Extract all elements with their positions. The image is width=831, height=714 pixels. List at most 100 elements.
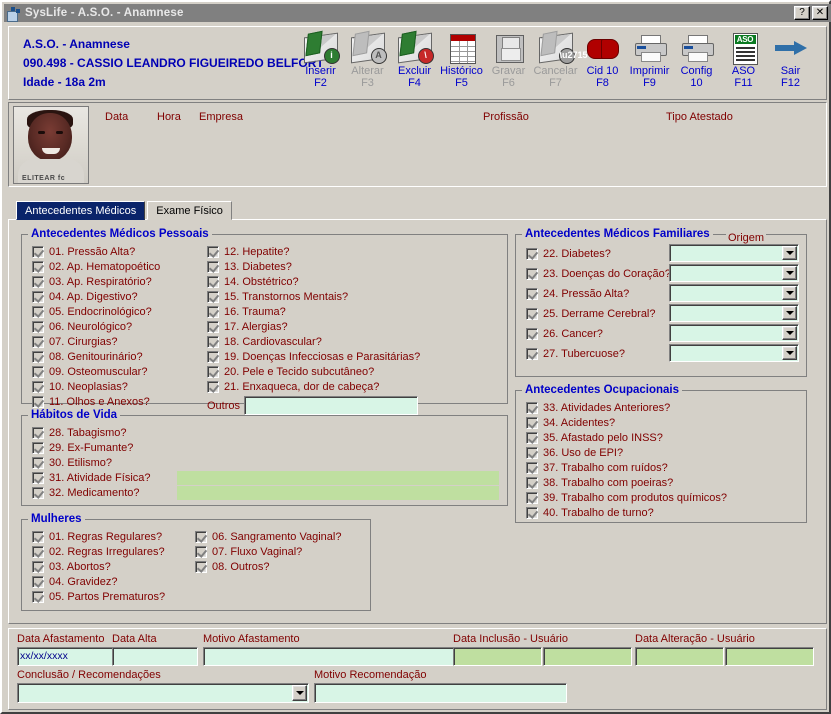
checkbox-row-17[interactable]: 17. Alergias? bbox=[207, 321, 288, 333]
checkbox-row-m06[interactable]: 06. Sangramento Vaginal? bbox=[195, 531, 341, 543]
toolbar-button-aso[interactable]: ASO ASO F11 bbox=[720, 29, 767, 97]
checkbox-25[interactable] bbox=[526, 308, 538, 320]
motivo-recomendacao-input[interactable] bbox=[314, 683, 567, 703]
checkbox-m06[interactable] bbox=[195, 531, 207, 543]
checkbox-row-12[interactable]: 12. Hepatite? bbox=[207, 246, 289, 258]
usuario-alteracao-input[interactable] bbox=[725, 647, 814, 666]
checkbox-m01[interactable] bbox=[32, 531, 44, 543]
toolbar-button-inserir[interactable]: i Inserir F2 bbox=[297, 29, 344, 97]
checkbox-row-03[interactable]: 03. Ap. Respiratório? bbox=[32, 276, 152, 288]
atividade-fisica-input[interactable] bbox=[177, 471, 499, 485]
checkbox-01[interactable] bbox=[32, 246, 44, 258]
outros-input[interactable] bbox=[244, 396, 418, 415]
tab-antecedentes-medicos[interactable]: Antecedentes Médicos bbox=[16, 201, 146, 220]
checkbox-m03[interactable] bbox=[32, 561, 44, 573]
checkbox-row-26[interactable]: 26. Cancer? bbox=[526, 328, 603, 340]
checkbox-row-14[interactable]: 14. Obstétrico? bbox=[207, 276, 299, 288]
checkbox-row-18[interactable]: 18. Cardiovascular? bbox=[207, 336, 322, 348]
checkbox-row-34[interactable]: 34. Acidentes? bbox=[526, 417, 615, 429]
checkbox-02[interactable] bbox=[32, 261, 44, 273]
checkbox-07[interactable] bbox=[32, 336, 44, 348]
chevron-down-icon[interactable] bbox=[782, 306, 797, 320]
help-button[interactable]: ? bbox=[794, 6, 810, 20]
checkbox-29[interactable] bbox=[32, 442, 44, 454]
checkbox-33[interactable] bbox=[526, 402, 538, 414]
checkbox-39[interactable] bbox=[526, 492, 538, 504]
checkbox-13[interactable] bbox=[207, 261, 219, 273]
checkbox-row-01[interactable]: 01. Pressão Alta? bbox=[32, 246, 135, 258]
checkbox-40[interactable] bbox=[526, 507, 538, 519]
checkbox-row-08[interactable]: 08. Genitourinário? bbox=[32, 351, 143, 363]
chevron-down-icon[interactable] bbox=[782, 266, 797, 280]
checkbox-row-20[interactable]: 20. Pele e Tecido subcutâneo? bbox=[207, 366, 374, 378]
chevron-down-icon[interactable] bbox=[782, 246, 797, 260]
checkbox-26[interactable] bbox=[526, 328, 538, 340]
checkbox-row-m07[interactable]: 07. Fluxo Vaginal? bbox=[195, 546, 302, 558]
checkbox-row-39[interactable]: 39. Trabalho com produtos químicos? bbox=[526, 492, 727, 504]
checkbox-row-37[interactable]: 37. Trabalho com ruídos? bbox=[526, 462, 668, 474]
checkbox-27[interactable] bbox=[526, 348, 538, 360]
toolbar-button-alterar[interactable]: A Alterar F3 bbox=[344, 29, 391, 97]
close-button[interactable]: ✕ bbox=[812, 6, 828, 20]
checkbox-row-40[interactable]: 40. Trabalho de turno? bbox=[526, 507, 654, 519]
checkbox-17[interactable] bbox=[207, 321, 219, 333]
checkbox-row-16[interactable]: 16. Trauma? bbox=[207, 306, 286, 318]
checkbox-38[interactable] bbox=[526, 477, 538, 489]
checkbox-22[interactable] bbox=[526, 248, 538, 260]
checkbox-row-23[interactable]: 23. Doenças do Coração? bbox=[526, 268, 671, 280]
toolbar-button-cid10[interactable]: Cid 10 F8 bbox=[579, 29, 626, 97]
origem-combo-27[interactable] bbox=[669, 344, 799, 362]
checkbox-row-27[interactable]: 27. Tubercuose? bbox=[526, 348, 625, 360]
motivo-afastamento-input[interactable] bbox=[203, 647, 456, 666]
checkbox-30[interactable] bbox=[32, 457, 44, 469]
checkbox-row-19[interactable]: 19. Doenças Infecciosas e Parasitárias? bbox=[207, 351, 420, 363]
data-alteracao-input[interactable] bbox=[635, 647, 724, 666]
checkbox-23[interactable] bbox=[526, 268, 538, 280]
chevron-down-icon[interactable] bbox=[292, 685, 307, 701]
origem-combo-25[interactable] bbox=[669, 304, 799, 322]
checkbox-04[interactable] bbox=[32, 291, 44, 303]
checkbox-10[interactable] bbox=[32, 381, 44, 393]
checkbox-14[interactable] bbox=[207, 276, 219, 288]
toolbar-button-gravar[interactable]: Gravar F6 bbox=[485, 29, 532, 97]
tab-exame-fisico[interactable]: Exame Físico bbox=[147, 201, 232, 220]
checkbox-m07[interactable] bbox=[195, 546, 207, 558]
checkbox-18[interactable] bbox=[207, 336, 219, 348]
checkbox-row-05[interactable]: 05. Endocrinológico? bbox=[32, 306, 152, 318]
checkbox-row-33[interactable]: 33. Atividades Anteriores? bbox=[526, 402, 670, 414]
checkbox-row-11[interactable]: 11. Olhos e Anexos? bbox=[32, 396, 150, 408]
checkbox-m02[interactable] bbox=[32, 546, 44, 558]
checkbox-row-m02[interactable]: 02. Regras Irregulares? bbox=[32, 546, 165, 558]
checkbox-24[interactable] bbox=[526, 288, 538, 300]
checkbox-row-m08[interactable]: 08. Outros? bbox=[195, 561, 269, 573]
origem-combo-23[interactable] bbox=[669, 264, 799, 282]
data-afastamento-input[interactable]: xx/xx/xxxx bbox=[17, 647, 113, 666]
checkbox-35[interactable] bbox=[526, 432, 538, 444]
checkbox-09[interactable] bbox=[32, 366, 44, 378]
toolbar-button-cancelar[interactable]: \u2715 Cancelar F7 bbox=[532, 29, 588, 97]
origem-combo-22[interactable] bbox=[669, 244, 799, 262]
checkbox-row-38[interactable]: 38. Trabalho com poeiras? bbox=[526, 477, 673, 489]
checkbox-row-31[interactable]: 31. Atividade Física? bbox=[32, 472, 151, 484]
toolbar-button-excluir[interactable]: \ Excluir F4 bbox=[391, 29, 438, 97]
checkbox-20[interactable] bbox=[207, 366, 219, 378]
data-alta-input[interactable] bbox=[112, 647, 198, 666]
toolbar-button-imprimir[interactable]: Imprimir F9 bbox=[626, 29, 673, 97]
usuario-inclusao-input[interactable] bbox=[543, 647, 632, 666]
checkbox-row-m05[interactable]: 05. Partos Prematuros? bbox=[32, 591, 165, 603]
checkbox-21[interactable] bbox=[207, 381, 219, 393]
checkbox-row-07[interactable]: 07. Cirurgias? bbox=[32, 336, 117, 348]
toolbar-button-sair[interactable]: Sair F12 bbox=[767, 29, 814, 97]
medicamento-input[interactable] bbox=[177, 486, 499, 500]
conclusao-combo[interactable] bbox=[17, 683, 309, 703]
checkbox-row-09[interactable]: 09. Osteomuscular? bbox=[32, 366, 147, 378]
checkbox-row-29[interactable]: 29. Ex-Fumante? bbox=[32, 442, 133, 454]
checkbox-row-04[interactable]: 04. Ap. Digestivo? bbox=[32, 291, 138, 303]
checkbox-19[interactable] bbox=[207, 351, 219, 363]
checkbox-32[interactable] bbox=[32, 487, 44, 499]
checkbox-11[interactable] bbox=[32, 396, 44, 408]
checkbox-34[interactable] bbox=[526, 417, 538, 429]
chevron-down-icon[interactable] bbox=[782, 326, 797, 340]
checkbox-row-25[interactable]: 25. Derrame Cerebral? bbox=[526, 308, 656, 320]
checkbox-28[interactable] bbox=[32, 427, 44, 439]
